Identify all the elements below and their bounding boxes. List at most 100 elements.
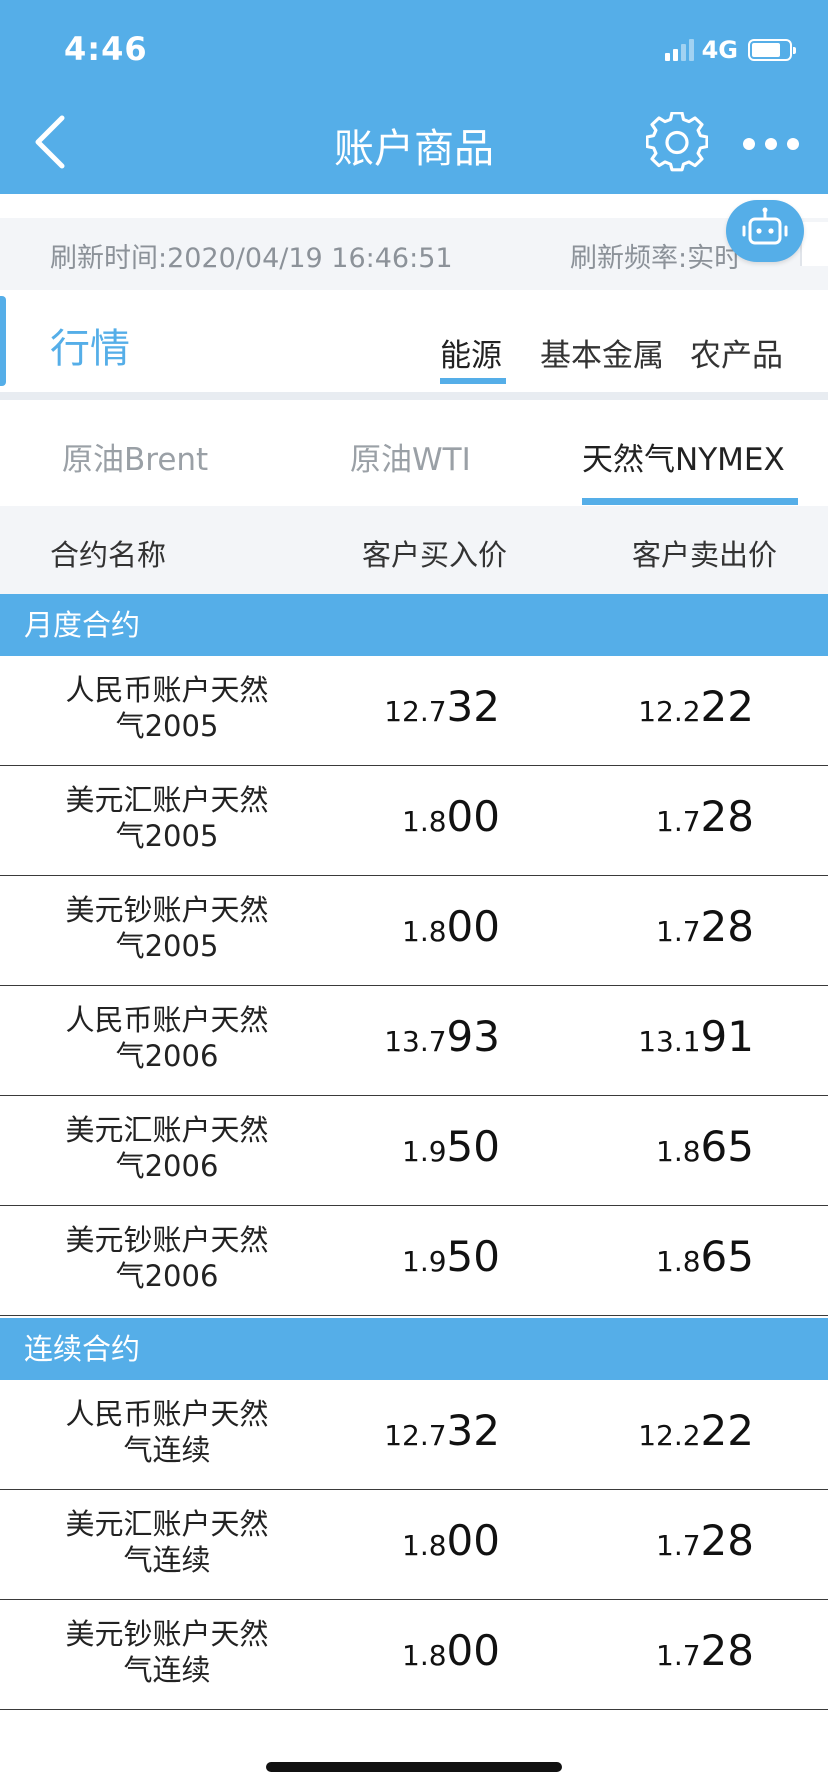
product-tabs: 原油Brent 原油WTI 天然气NYMEX [0, 400, 828, 506]
buy-price-head: 1.8 [402, 1639, 447, 1672]
buy-price: 1.950 [296, 1232, 500, 1281]
sell-price: 1.865 [552, 1232, 754, 1281]
contract-name: 美元钞账户天然 气2005 [40, 892, 294, 964]
status-time: 4:46 [64, 30, 148, 68]
column-sell: 客户卖出价 [632, 538, 778, 572]
market-accent-bar [0, 296, 6, 386]
table-row[interactable]: 美元汇账户天然 气2006 1.950 1.865 [0, 1096, 828, 1206]
buy-price: 1.800 [296, 792, 500, 841]
sell-price-head: 13.1 [638, 1025, 701, 1058]
sell-price-head: 1.7 [656, 1529, 701, 1562]
sell-price: 1.728 [552, 902, 754, 951]
market-header: 行情 能源 基本金属 农产品 [0, 290, 828, 392]
sell-price-tail: 22 [700, 1406, 754, 1455]
category-tab-base-metals[interactable]: 基本金属 [540, 330, 664, 375]
sell-price: 12.222 [552, 1406, 754, 1455]
more-button[interactable] [726, 126, 816, 162]
contract-name-line1: 人民币账户天然 [65, 673, 269, 707]
buy-price-head: 12.7 [384, 1419, 447, 1452]
product-active-indicator [582, 498, 798, 505]
contract-name: 美元汇账户天然 气2005 [40, 782, 294, 854]
section-monthly: 月度合约 [0, 594, 828, 656]
signal-icon [664, 39, 694, 61]
contract-name: 美元汇账户天然 气2006 [40, 1112, 294, 1184]
sell-price-head: 1.7 [656, 1639, 701, 1672]
contract-name: 人民币账户天然 气2006 [40, 1002, 294, 1074]
sell-price-tail: 28 [700, 1626, 754, 1675]
more-dot [787, 138, 799, 150]
category-tab-agriculture[interactable]: 农产品 [690, 330, 783, 375]
table-row[interactable]: 美元钞账户天然 气连续 1.800 1.728 [0, 1600, 828, 1710]
table-row[interactable]: 人民币账户天然 气连续 12.732 12.222 [0, 1380, 828, 1490]
contract-name: 人民币账户天然 气2005 [40, 672, 294, 744]
buy-price-head: 1.9 [402, 1135, 447, 1168]
buy-price-tail: 50 [446, 1232, 500, 1281]
buy-price-tail: 00 [446, 1626, 500, 1675]
robot-assistant-button[interactable] [726, 200, 804, 262]
contract-name-line1: 美元汇账户天然 [65, 783, 269, 817]
sell-price: 1.728 [552, 1516, 754, 1565]
buy-price-tail: 00 [446, 902, 500, 951]
sell-price-tail: 65 [700, 1122, 754, 1171]
account-products-page: 4:46 4G 账户商品 刷新时间:2020/04/19 16:46:51 刷新… [0, 0, 828, 1792]
sell-price-tail: 91 [700, 1012, 754, 1061]
contract-name-line2: 气2005 [115, 929, 219, 963]
robot-icon [742, 207, 788, 245]
contract-name-line2: 气2005 [115, 709, 219, 743]
table-header: 合约名称 客户买入价 客户卖出价 [0, 506, 828, 594]
column-name: 合约名称 [50, 538, 167, 572]
table-row[interactable]: 美元汇账户天然 气2005 1.800 1.728 [0, 766, 828, 876]
buy-price-head: 1.8 [402, 1529, 447, 1562]
sell-price-head: 12.2 [638, 1419, 701, 1452]
battery-icon [748, 39, 796, 61]
refresh-bar: 刷新时间:2020/04/19 16:46:51 刷新频率:实时 [0, 218, 828, 290]
contract-name: 美元钞账户天然 气2006 [40, 1222, 294, 1294]
gear-icon [645, 111, 709, 172]
table-row[interactable]: 美元钞账户天然 气2005 1.800 1.728 [0, 876, 828, 986]
contract-name-line1: 美元汇账户天然 [65, 1507, 269, 1541]
buy-price-tail: 32 [446, 682, 500, 731]
sell-price: 1.865 [552, 1122, 754, 1171]
buy-price: 12.732 [296, 1406, 500, 1455]
sell-price: 1.728 [552, 1626, 754, 1675]
product-tab-wti[interactable]: 原油WTI [350, 434, 471, 479]
buy-price-head: 12.7 [384, 695, 447, 728]
category-active-indicator [440, 378, 506, 384]
contract-name-line1: 美元钞账户天然 [65, 1223, 269, 1257]
sell-price-head: 1.8 [656, 1245, 701, 1278]
buy-price-tail: 93 [446, 1012, 500, 1061]
settings-button[interactable] [645, 111, 709, 174]
sell-price-head: 12.2 [638, 695, 701, 728]
sell-price-head: 1.8 [656, 1135, 701, 1168]
table-row[interactable]: 美元钞账户天然 气2006 1.950 1.865 [0, 1206, 828, 1316]
contract-name-line2: 气连续 [123, 1543, 211, 1577]
app-header: 4:46 4G 账户商品 [0, 0, 828, 194]
home-indicator[interactable] [266, 1762, 562, 1772]
buy-price-tail: 50 [446, 1122, 500, 1171]
contract-name: 美元钞账户天然 气连续 [40, 1616, 294, 1688]
buy-price-head: 1.9 [402, 1245, 447, 1278]
sell-price: 12.222 [552, 682, 754, 731]
product-tab-brent[interactable]: 原油Brent [62, 434, 208, 479]
refresh-frequency[interactable]: 刷新频率:实时 [570, 236, 741, 275]
buy-price: 1.950 [296, 1122, 500, 1171]
sell-price: 13.191 [552, 1012, 754, 1061]
status-indicators: 4G [664, 36, 796, 64]
buy-price: 1.800 [296, 1626, 500, 1675]
table-row[interactable]: 人民币账户天然 气2006 13.793 13.191 [0, 986, 828, 1096]
contract-name-line2: 气2006 [115, 1259, 219, 1293]
sell-price-tail: 28 [700, 792, 754, 841]
contract-name-line2: 气2006 [115, 1149, 219, 1183]
contract-name-line1: 人民币账户天然 [65, 1003, 269, 1037]
product-tab-natural-gas[interactable]: 天然气NYMEX [582, 434, 785, 479]
contract-name-line1: 美元钞账户天然 [65, 893, 269, 927]
network-label: 4G [701, 36, 738, 64]
contract-name-line2: 气连续 [123, 1433, 211, 1467]
category-tab-energy[interactable]: 能源 [440, 330, 502, 375]
table-row[interactable]: 美元汇账户天然 气连续 1.800 1.728 [0, 1490, 828, 1600]
contract-name-line1: 美元汇账户天然 [65, 1113, 269, 1147]
more-dots-icon [743, 138, 755, 150]
sell-price: 1.728 [552, 792, 754, 841]
table-row[interactable]: 人民币账户天然 气2005 12.732 12.222 [0, 656, 828, 766]
buy-price-head: 1.8 [402, 915, 447, 948]
